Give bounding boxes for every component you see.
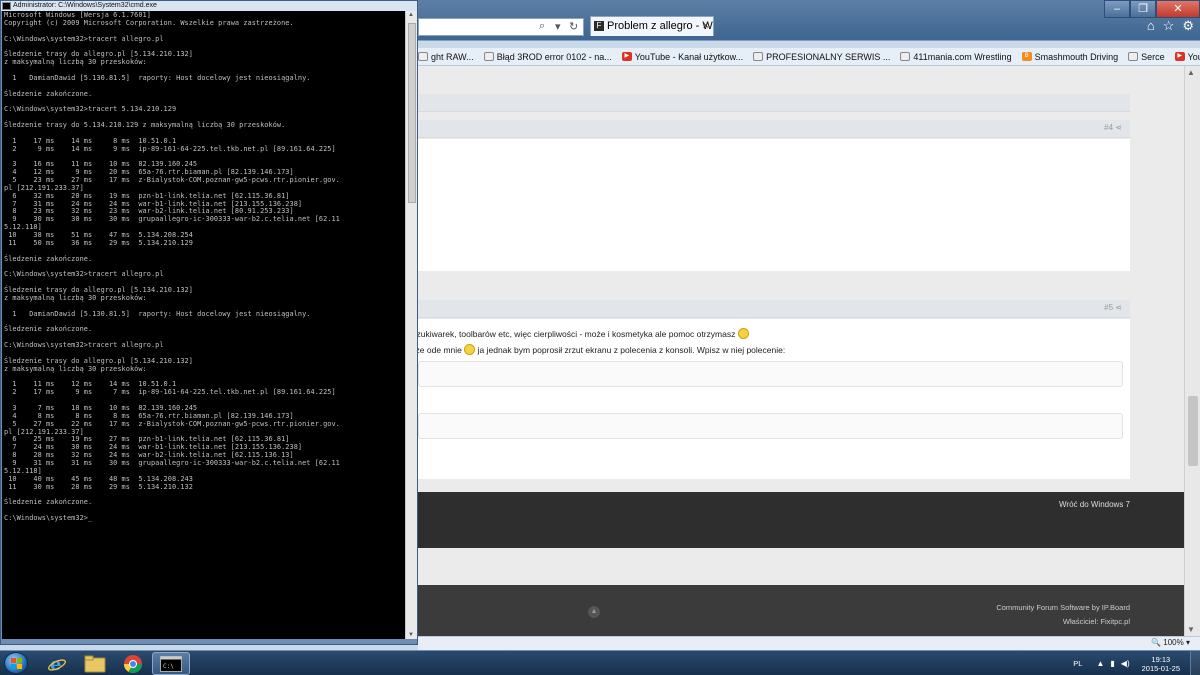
svg-text:C:\: C:\ [163, 663, 174, 670]
cmd-scrollbar[interactable]: ▲ ▼ [405, 11, 417, 639]
post-header: #4 ⋖ [418, 120, 1130, 138]
taskbar: e C:\ PL ▲ ▮ ◀) 19:13 2015-01-25 [0, 650, 1200, 675]
post-header [418, 94, 1130, 112]
youtube-icon: ▶ [621, 52, 632, 61]
favorite-link[interactable]: PROFESIONALNY SERWIS ... [753, 52, 890, 62]
page-icon [483, 52, 494, 61]
dropdown-icon[interactable]: ▾ [555, 20, 561, 33]
scroll-up-icon[interactable]: ▲ [1187, 68, 1195, 77]
favorite-link[interactable]: 411mania.com Wrestling [900, 52, 1012, 62]
scroll-top-icon[interactable]: ▲ [588, 606, 600, 618]
scroll-up-icon[interactable]: ▲ [408, 12, 414, 18]
scroll-down-icon[interactable]: ▼ [408, 632, 414, 638]
clock[interactable]: 19:13 2015-01-25 [1142, 655, 1180, 673]
show-desktop-button[interactable] [1190, 651, 1200, 675]
cmd-icon [2, 2, 11, 10]
code-box[interactable] [418, 413, 1123, 439]
scroll-down-icon[interactable]: ▼ [1187, 625, 1195, 634]
volume-icon[interactable]: ◀) [1121, 659, 1130, 668]
page-icon [900, 52, 911, 61]
status-bar: 🔍 100% ▾ [418, 636, 1200, 650]
cmd-titlebar[interactable]: Administrator: C:\Windows\System32\cmd.e… [1, 1, 417, 11]
file-explorer-icon [84, 655, 106, 672]
post-number[interactable]: #4 ⋖ [1104, 123, 1122, 132]
forum-nav-band: Wróć do Windows 7 [418, 492, 1200, 548]
search-icon[interactable]: ⌕ [539, 20, 545, 33]
refresh-icon[interactable]: ↻ [569, 20, 578, 33]
post-body: yszukiwarek, toolbarów etc, więc cierpli… [418, 319, 1130, 479]
blogger-icon: B [1021, 52, 1032, 61]
forum-page: #4 ⋖ #5 ⋖ yszukiwarek, toolbarów etc, wi… [418, 66, 1200, 636]
clock-date: 2015-01-25 [1141, 663, 1180, 673]
scrollbar-thumb[interactable] [1188, 396, 1198, 466]
system-tray: PL ▲ ▮ ◀) 19:13 2015-01-25 [1073, 651, 1200, 675]
navigation-row: ⌕ ▾ ↻ F Problem z allegro - Windo... × ⌂… [418, 16, 1200, 36]
tab-title: Problem z allegro - Windo... [607, 20, 714, 32]
share-icon: ⋖ [1115, 123, 1122, 132]
footer-owner-link[interactable]: Właściciel: Fixitpc.pl [1063, 617, 1130, 626]
back-to-forum-link[interactable]: Wróć do Windows 7 [1059, 500, 1130, 509]
post-body [418, 139, 1130, 271]
smiley-icon [737, 328, 749, 339]
favorite-link[interactable]: Serce [1128, 52, 1165, 62]
taskbar-chrome[interactable] [114, 652, 152, 675]
internet-explorer-icon: e [48, 654, 66, 674]
show-hidden-icons-icon[interactable]: ▲ [1096, 659, 1104, 668]
favorite-link[interactable]: ▶YouTube - Kanał użytkow... [621, 52, 743, 62]
taskbar-internet-explorer[interactable]: e [38, 652, 76, 675]
browser-toolbar-icons: ⌂ ☆ ⚙ [1147, 18, 1200, 34]
cmd-window: Administrator: C:\Windows\System32\cmd.e… [0, 0, 418, 645]
cmd-icon: C:\ [160, 655, 182, 672]
console-text: Microsoft Windows [Wersja 6.1.7601] Copy… [4, 11, 340, 522]
tab-favicon: F [594, 21, 604, 31]
language-indicator[interactable]: PL [1073, 659, 1082, 668]
console-output[interactable]: Microsoft Windows [Wersja 6.1.7601] Copy… [2, 11, 405, 639]
page-icon [418, 52, 428, 61]
cmd-title-text: Administrator: C:\Windows\System32\cmd.e… [13, 2, 157, 9]
favorites-bar: ght RAW... Błąd 3ROD error 0102 - na... … [418, 48, 1200, 66]
favorite-link[interactable]: Błąd 3ROD error 0102 - na... [483, 52, 612, 62]
clock-time: 19:13 [1151, 654, 1171, 664]
favorites-star-icon[interactable]: ☆ [1163, 18, 1175, 34]
taskbar-file-explorer[interactable] [76, 652, 114, 675]
post-text: yszukiwarek, toolbarów etc, więc cierpli… [418, 328, 749, 339]
home-icon[interactable]: ⌂ [1147, 18, 1155, 34]
page-icon [753, 52, 764, 61]
chrome-icon [124, 654, 142, 673]
post-number[interactable]: #5 ⋖ [1104, 303, 1122, 312]
favorite-link[interactable]: ght RAW... [418, 52, 474, 62]
address-bar[interactable]: ⌕ ▾ ↻ [418, 18, 584, 36]
footer-software-link[interactable]: Community Forum Software by IP.Board [996, 603, 1130, 612]
favorite-link[interactable]: B Smashmouth Driving [1021, 52, 1118, 62]
code-box[interactable] [418, 361, 1123, 387]
tab-close-icon[interactable]: × [703, 17, 709, 35]
page-scrollbar[interactable]: ▲ ▼ [1184, 66, 1200, 636]
browser-tab[interactable]: F Problem z allegro - Windo... × [590, 16, 714, 36]
taskbar-cmd[interactable]: C:\ [152, 652, 190, 675]
favorite-link[interactable]: ▶YouTube - Kanał użytkow... [1174, 52, 1200, 62]
desktop: – ❐ ✕ ⌕ ▾ ↻ F Problem z allegro - Windo.… [0, 0, 1200, 675]
post-text: arze ode mnie ja jednak bym poprosił zrz… [418, 344, 786, 355]
network-icon[interactable]: ▮ [1110, 659, 1114, 668]
smiley-icon [464, 344, 476, 355]
page-icon [1128, 52, 1139, 61]
forum-footer: ▲ Community Forum Software by IP.Board W… [418, 585, 1200, 636]
windows-logo-icon [11, 658, 22, 669]
scrollbar-thumb[interactable] [408, 23, 416, 203]
youtube-icon: ▶ [1174, 52, 1185, 61]
start-button[interactable] [4, 652, 28, 674]
share-icon: ⋖ [1115, 303, 1122, 312]
settings-gear-icon[interactable]: ⚙ [1182, 18, 1194, 34]
zoom-level[interactable]: 🔍 100% ▾ [1151, 638, 1190, 647]
post-header: #5 ⋖ [418, 300, 1130, 318]
